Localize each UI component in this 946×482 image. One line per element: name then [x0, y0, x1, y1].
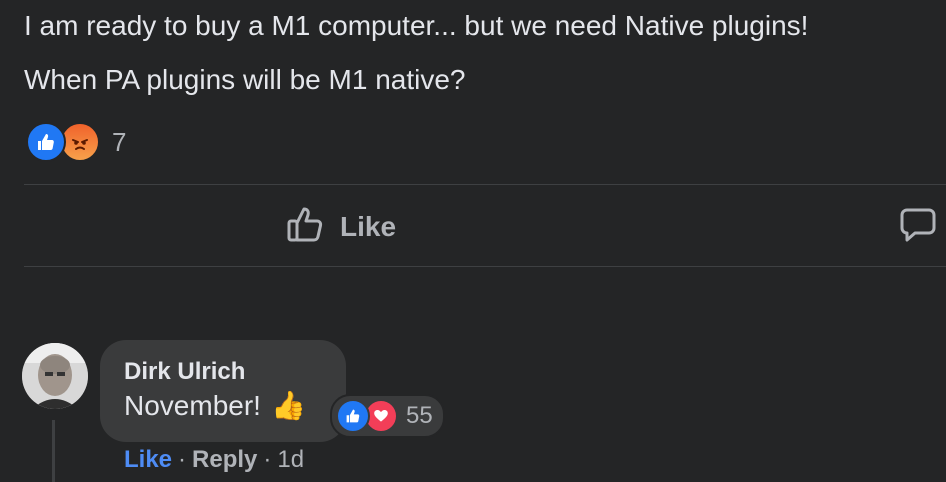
comment-timestamp[interactable]: 1d	[277, 446, 304, 473]
comment-button[interactable]	[899, 206, 937, 249]
separator: ·	[263, 446, 272, 473]
separator: ·	[178, 446, 187, 473]
comment-reply-link[interactable]: Reply	[192, 446, 257, 473]
like-button-label: Like	[340, 210, 397, 242]
comment-like-link[interactable]: Like	[124, 446, 172, 473]
post-text-line-1: I am ready to buy a M1 computer... but w…	[24, 10, 809, 41]
reaction-count[interactable]: 7	[112, 127, 126, 158]
comment-actions: Like · Reply · 1d	[124, 446, 304, 474]
post-reactions[interactable]: 7	[26, 122, 126, 162]
comment-text: November!	[124, 390, 261, 421]
thumbs-up-icon	[286, 204, 326, 249]
like-button[interactable]: Like	[286, 204, 396, 249]
comment-bubble: Dirk Ulrich November! 👍	[100, 340, 346, 442]
divider-bottom	[24, 266, 946, 267]
thumbs-up-emoji-icon: 👍	[270, 390, 306, 421]
thread-line	[52, 420, 55, 482]
like-reaction-icon	[26, 122, 66, 162]
comment-icon	[899, 208, 937, 248]
comment-reactions[interactable]: 55	[330, 394, 445, 438]
avatar[interactable]	[22, 343, 88, 409]
comment-text-row: November! 👍	[124, 390, 306, 422]
comment-author[interactable]: Dirk Ulrich	[124, 358, 245, 386]
like-reaction-icon	[336, 399, 370, 433]
angry-reaction-icon	[60, 122, 100, 162]
post-text-line-2: When PA plugins will be M1 native?	[24, 64, 466, 95]
comment-reaction-count: 55	[406, 402, 433, 429]
divider-top	[24, 184, 946, 185]
